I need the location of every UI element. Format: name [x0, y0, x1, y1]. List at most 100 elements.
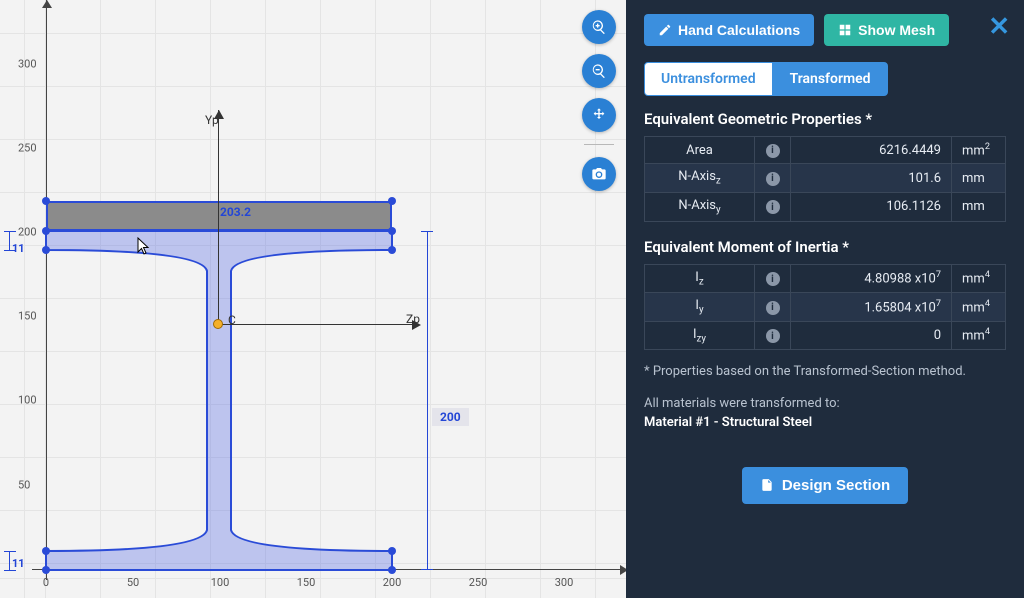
- design-section-label: Design Section: [782, 477, 890, 494]
- info-cell[interactable]: i: [755, 192, 791, 221]
- x-tick: 250: [469, 576, 488, 589]
- info-icon: i: [766, 272, 780, 286]
- table-row: N-Axisz i 101.6 mm: [645, 164, 1006, 193]
- close-panel-button[interactable]: ✕: [988, 14, 1010, 40]
- dim-cap: [421, 569, 433, 570]
- show-mesh-label: Show Mesh: [858, 22, 935, 38]
- y-tick: 200: [18, 226, 37, 239]
- node[interactable]: [388, 547, 396, 555]
- yp-axis-label: Yp: [205, 113, 219, 127]
- x-tick: 100: [211, 576, 230, 589]
- hand-calculations-button[interactable]: Hand Calculations: [644, 14, 814, 46]
- info-cell[interactable]: i: [755, 293, 791, 322]
- prop-unit: mm: [952, 164, 1006, 193]
- flange-top-dim-label: 11: [12, 242, 25, 255]
- x-tick: 50: [127, 576, 139, 589]
- y-tick: 100: [18, 394, 37, 407]
- node[interactable]: [42, 246, 50, 254]
- prop-name: Iy: [645, 293, 755, 322]
- prop-value: 1.65804 x107: [791, 293, 952, 322]
- prop-name: N-Axisy: [645, 192, 755, 221]
- zoom-out-icon: [591, 63, 607, 79]
- yp-axis: [218, 110, 219, 324]
- prop-value: 6216.4449: [791, 137, 952, 164]
- camera-icon: [591, 166, 607, 182]
- y-axis-arrow: [42, 0, 52, 8]
- flange-bot-dim-label: 11: [12, 557, 25, 570]
- info-icon: i: [766, 200, 780, 214]
- node[interactable]: [42, 547, 50, 555]
- document-icon: [760, 478, 774, 492]
- x-tick: 300: [555, 576, 574, 589]
- i-beam-shape[interactable]: [46, 231, 392, 570]
- move-icon: [591, 107, 607, 123]
- node[interactable]: [388, 197, 396, 205]
- x-tick: 200: [383, 576, 402, 589]
- show-mesh-button[interactable]: Show Mesh: [824, 14, 949, 46]
- prop-value: 4.80988 x107: [791, 264, 952, 293]
- prop-value: 106.1126: [791, 192, 952, 221]
- footnote-line: All materials were transformed to:: [644, 396, 840, 411]
- prop-name: Iz: [645, 264, 755, 293]
- grid-icon: [838, 23, 852, 37]
- screenshot-button[interactable]: [582, 157, 616, 191]
- design-section-button[interactable]: Design Section: [742, 467, 908, 504]
- footnote-method: * Properties based on the Transformed-Se…: [644, 362, 1006, 382]
- info-cell[interactable]: i: [755, 321, 791, 350]
- x-tick: 150: [297, 576, 316, 589]
- info-icon: i: [766, 144, 780, 158]
- y-tick: 150: [18, 310, 37, 323]
- centroid-label: C: [228, 313, 236, 327]
- height-dimension-label: 200: [432, 408, 469, 426]
- prop-name: N-Axisz: [645, 164, 755, 193]
- prop-unit: mm4: [952, 264, 1006, 293]
- transform-tabs: Untransformed Transformed: [644, 62, 1006, 96]
- drawing-canvas[interactable]: 0 50 100 150 200 250 300 50 100 150 200 …: [0, 0, 626, 598]
- prop-name: Izy: [645, 321, 755, 350]
- node[interactable]: [388, 246, 396, 254]
- node[interactable]: [388, 227, 396, 235]
- prop-unit: mm: [952, 192, 1006, 221]
- zp-axis-label: Zp: [406, 312, 420, 326]
- tab-untransformed[interactable]: Untransformed: [644, 62, 773, 96]
- info-cell[interactable]: i: [755, 264, 791, 293]
- prop-value: 0: [791, 321, 952, 350]
- moi-title: Equivalent Moment of Inertia *: [644, 238, 1006, 256]
- dim-cap: [421, 231, 433, 232]
- y-tick: 300: [18, 58, 37, 71]
- hand-calc-label: Hand Calculations: [678, 22, 800, 38]
- table-row: Iy i 1.65804 x107 mm4: [645, 293, 1006, 322]
- centroid-marker[interactable]: [213, 319, 223, 329]
- table-row: Izy i 0 mm4: [645, 321, 1006, 350]
- geom-props-title: Equivalent Geometric Properties *: [644, 110, 1006, 128]
- zoom-out-button[interactable]: [582, 54, 616, 88]
- moi-table: Iz i 4.80988 x107 mm4 Iy i 1.65804 x107 …: [644, 264, 1006, 351]
- toolbar-divider: [584, 144, 614, 145]
- tab-transformed[interactable]: Transformed: [773, 62, 888, 96]
- zoom-in-button[interactable]: [582, 10, 616, 44]
- node[interactable]: [42, 566, 50, 574]
- pencil-icon: [658, 23, 672, 37]
- footnote-material: Material #1 - Structural Steel: [644, 415, 812, 430]
- node[interactable]: [388, 566, 396, 574]
- dim-cap: [4, 231, 16, 232]
- info-cell[interactable]: i: [755, 164, 791, 193]
- pan-button[interactable]: [582, 98, 616, 132]
- top-plate-width-label: 203.2: [220, 205, 251, 219]
- info-cell[interactable]: i: [755, 137, 791, 164]
- info-icon: i: [766, 301, 780, 315]
- flange-dim-line: [9, 231, 10, 250]
- geom-props-table: Area i 6216.4449 mm2 N-Axisz i 101.6 mm …: [644, 136, 1006, 222]
- footnote-transform-to: All materials were transformed to: Mater…: [644, 394, 1006, 433]
- zp-axis: [218, 324, 418, 325]
- y-tick: 250: [18, 142, 37, 155]
- y-tick: 50: [18, 479, 30, 492]
- node[interactable]: [42, 197, 50, 205]
- top-plate-shape[interactable]: [46, 201, 392, 231]
- node[interactable]: [42, 227, 50, 235]
- info-icon: i: [766, 172, 780, 186]
- properties-panel: ✕ Hand Calculations Show Mesh Untransfor…: [626, 0, 1024, 598]
- table-row: Area i 6216.4449 mm2: [645, 137, 1006, 164]
- height-dimension-line: [427, 231, 428, 569]
- prop-unit: mm2: [952, 137, 1006, 164]
